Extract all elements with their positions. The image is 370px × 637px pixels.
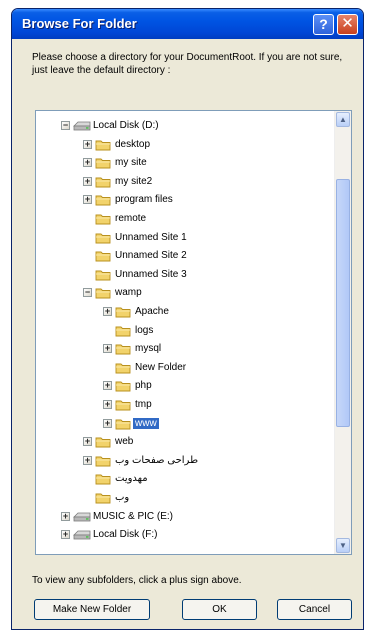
collapse-minus-icon[interactable]: − [83,288,92,298]
tree-drive-item[interactable]: + Local Disk (F:) [36,526,336,544]
tree-folder-item[interactable]: − wamp [36,284,336,302]
scroll-up-button[interactable]: ▲ [336,112,350,127]
dialog-prompt: Please choose a directory for your Docum… [32,52,343,76]
tree-item-label: MUSIC & PIC (E:) [93,510,174,522]
folder-icon [115,307,131,318]
help-button[interactable]: ? [313,14,334,35]
tree-item-label: my site [115,157,147,169]
expand-plus-icon[interactable]: + [83,455,92,465]
expand-plus-icon[interactable]: + [83,139,92,149]
tree-item-label: my site2 [115,175,153,187]
drive-icon [73,512,91,521]
tree-item-label: program files [115,194,173,206]
tree-folder-item[interactable]: + Apache [36,303,336,321]
tree-item-label: Unnamed Site 3 [115,268,187,280]
tree-item-label: desktop [115,138,151,150]
folder-icon [95,474,111,485]
subfolder-hint: To view any subfolders, click a plus sig… [32,575,242,586]
folder-tree[interactable]: − Local Disk (D:) + desktop + my site + my site… [35,110,352,555]
folder-icon [95,270,111,281]
tree-item-label: web [115,436,134,448]
expand-plus-icon[interactable]: + [103,400,112,409]
tree-folder-item[interactable]: logs [36,322,336,340]
ok-button[interactable]: OK [182,599,257,620]
vertical-scrollbar[interactable]: ▲ ▼ [334,111,351,554]
tree-item-label: مهدویت [115,473,148,485]
tree-item-label: php [135,380,152,392]
folder-icon [95,214,111,225]
tree-folder-item[interactable]: + طراحی صفحات وب [36,452,336,470]
expand-plus-icon[interactable]: + [83,437,92,447]
expand-plus-icon[interactable]: + [83,195,92,205]
folder-icon [95,251,111,262]
window-title: Browse For Folder [22,16,137,31]
tree-folder-item[interactable]: + my site [36,154,336,172]
scroll-thumb[interactable] [336,179,350,427]
expand-plus-icon[interactable]: + [83,158,92,168]
drive-icon [73,121,91,131]
close-button[interactable]: ✕ [337,14,358,35]
folder-icon [95,493,111,504]
expand-plus-icon[interactable]: + [103,418,112,428]
folder-icon [115,400,131,411]
tree-folder-item[interactable]: مهدویت [36,470,336,488]
folder-icon [95,437,111,448]
tree-folder-item[interactable]: + my site2 [36,173,336,191]
tree-folder-item[interactable]: New Folder [36,359,336,377]
tree-item-label: wamp [115,287,142,299]
scroll-down-button[interactable]: ▼ [336,538,350,553]
tree-item-label: Local Disk (D:) [93,120,159,131]
tree-drive-item[interactable]: + MUSIC & PIC (E:) [36,508,336,526]
tree-item-label: www [133,417,159,429]
tree-folder-item[interactable]: Unnamed Site 3 [36,266,336,284]
tree-item-label: remote [115,213,147,224]
folder-icon [95,158,111,169]
tree-folder-item[interactable]: + php [36,377,336,395]
expand-plus-icon[interactable]: + [61,530,70,540]
folder-icon [95,233,111,244]
folder-icon [95,288,111,299]
tree-folder-item[interactable]: + program files [36,191,336,209]
tree-item-label: mysql [135,343,162,355]
cancel-button[interactable]: Cancel [277,599,352,620]
folder-icon [115,326,131,337]
folder-icon [115,381,131,392]
tree-folder-item[interactable]: + mysql [36,340,336,358]
tree-item-label: New Folder [135,361,187,373]
expand-plus-icon[interactable]: + [103,381,112,391]
tree-item-label: Unnamed Site 1 [115,231,187,243]
folder-icon [95,177,111,188]
make-new-folder-button[interactable]: Make New Folder [34,599,150,620]
browse-folder-dialog: Browse For Folder ? ✕ Please choose a di… [11,8,364,630]
tree-folder-item[interactable]: + www [36,415,336,433]
title-bar[interactable]: Browse For Folder ? ✕ [12,9,363,39]
tree-folder-item[interactable]: Unnamed Site 1 [36,229,336,247]
tree-folder-item[interactable]: Unnamed Site 2 [36,247,336,265]
tree-item-label: Local Disk (F:) [93,529,158,541]
tree-folder-item[interactable]: وب [36,489,336,507]
folder-icon [115,419,131,430]
folder-icon [95,195,111,206]
tree-folder-item[interactable]: + desktop [36,136,336,154]
tree-folder-item[interactable]: + web [36,433,336,451]
tree-item-label: logs [135,324,154,336]
folder-icon [95,456,111,467]
tree-item-label: tmp [135,399,152,410]
folder-icon [115,363,131,374]
tree-folder-item[interactable]: remote [36,210,336,228]
collapse-minus-icon[interactable]: − [61,121,70,130]
folder-icon [115,344,131,355]
folder-icon [95,140,111,151]
tree-item-label: طراحی صفحات وب [115,454,199,466]
tree-item-label: وب [115,492,130,503]
tree-folder-item[interactable]: + tmp [36,396,336,414]
expand-plus-icon[interactable]: + [83,176,92,186]
expand-plus-icon[interactable]: + [103,344,112,354]
tree-item-label: Unnamed Site 2 [115,250,187,262]
expand-plus-icon[interactable]: + [103,307,112,316]
tree-item-label: Apache [135,306,169,317]
tree-drive-item[interactable]: − Local Disk (D:) [36,117,336,135]
drive-icon [73,530,91,540]
expand-plus-icon[interactable]: + [61,511,70,521]
